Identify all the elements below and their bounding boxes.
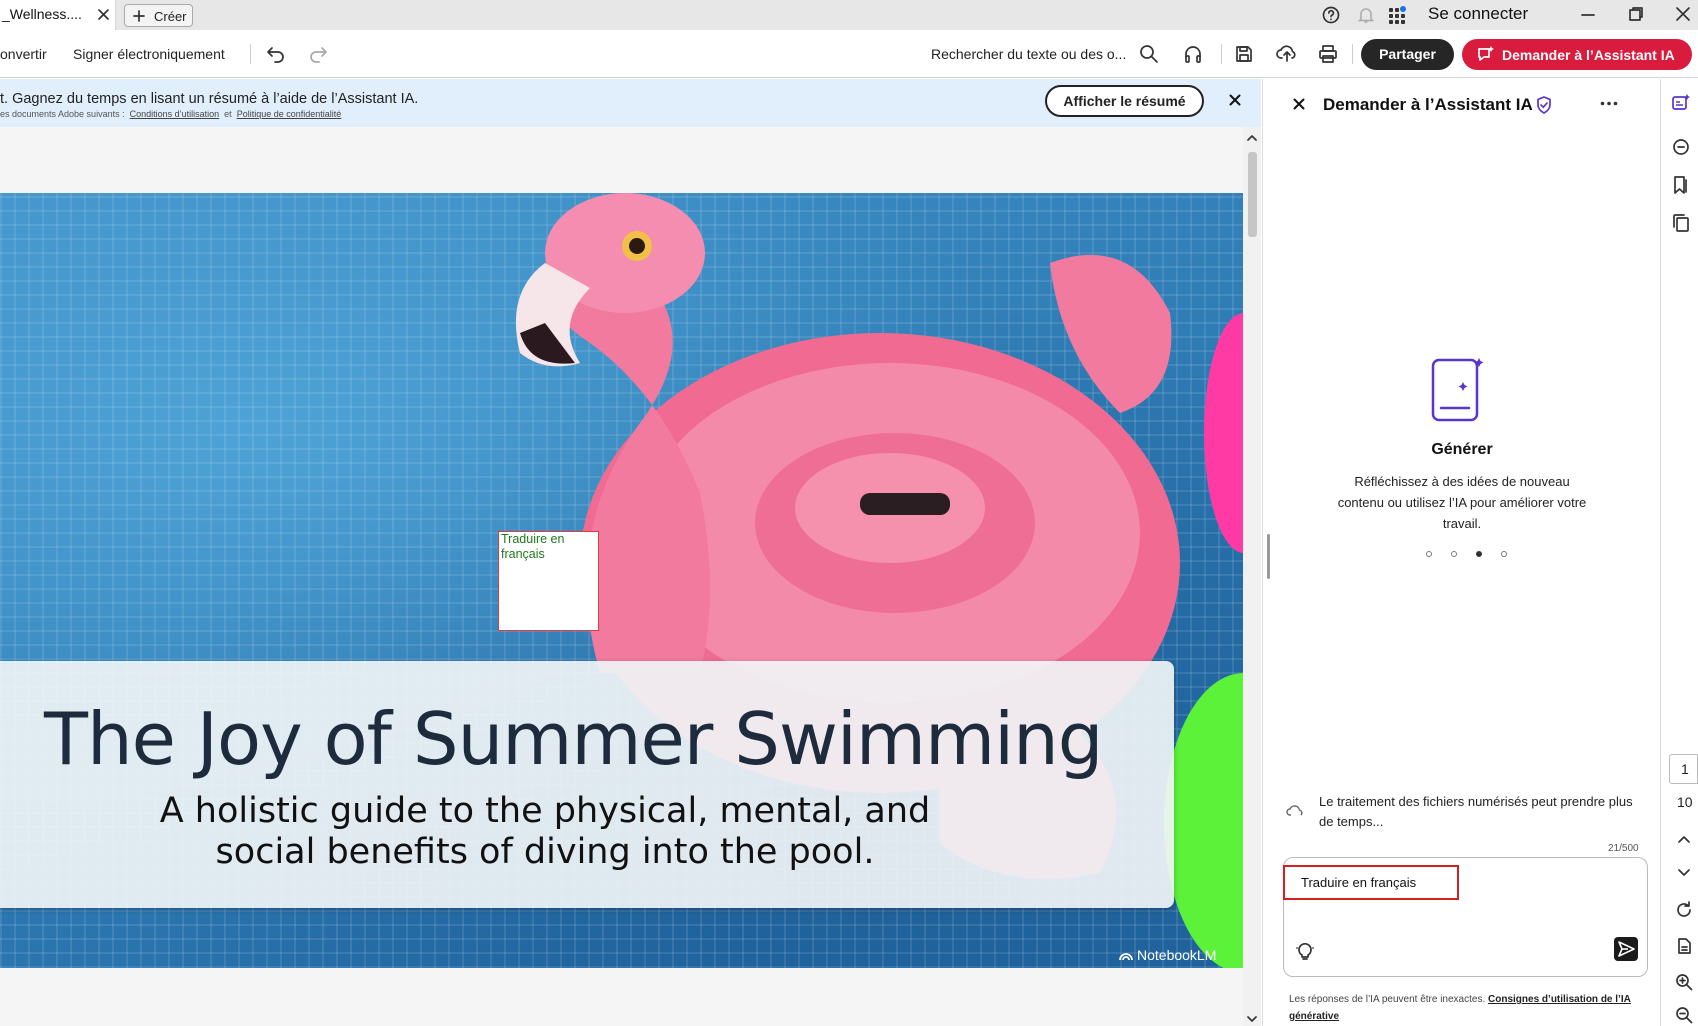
page-number-input[interactable]: 1 bbox=[1669, 754, 1698, 784]
title-bar: _Wellness.... Créer Se connecter bbox=[0, 0, 1698, 30]
document-subtitle: A holistic guide to the physical, mental… bbox=[159, 791, 931, 872]
comment-icon[interactable] bbox=[1671, 137, 1691, 157]
document-scrollbar[interactable] bbox=[1243, 127, 1261, 1026]
lightbulb-suggestions-icon[interactable] bbox=[1296, 941, 1314, 961]
notification-bell-icon[interactable] bbox=[1357, 6, 1375, 24]
cover-title-card: The Joy of Summer Swimming A holistic gu… bbox=[0, 661, 1174, 908]
tab-close-icon[interactable] bbox=[97, 8, 110, 21]
toolbar: onvertir Signer électroniquement Recherc… bbox=[0, 30, 1698, 78]
scrollbar-thumb[interactable] bbox=[1248, 152, 1257, 237]
send-icon[interactable] bbox=[1614, 937, 1638, 961]
right-tool-rail bbox=[1660, 79, 1698, 1026]
restore-icon[interactable] bbox=[1628, 6, 1644, 22]
banner-legal-text: es documents Adobe suivants : Conditions… bbox=[0, 109, 341, 119]
ai-assistant-icon bbox=[1476, 45, 1496, 65]
cloud-processing-icon bbox=[1286, 802, 1306, 818]
tab-title: _Wellness.... bbox=[2, 6, 82, 22]
character-counter: 21/500 bbox=[1608, 843, 1639, 854]
notebooklm-logo-icon bbox=[1118, 948, 1134, 962]
generate-sparkle-document-icon bbox=[1431, 356, 1491, 424]
scroll-down-arrow-icon[interactable] bbox=[1247, 1015, 1257, 1023]
terms-of-use-link[interactable]: Conditions d’utilisation bbox=[130, 109, 220, 119]
document-tab[interactable]: _Wellness.... bbox=[0, 0, 116, 30]
close-window-icon[interactable] bbox=[1675, 6, 1691, 22]
ai-disclaimer: Les réponses de l’IA peuvent être inexac… bbox=[1289, 991, 1639, 1025]
notebooklm-watermark: NotebookLM bbox=[1137, 947, 1217, 963]
document-properties-icon[interactable] bbox=[1675, 937, 1693, 955]
panel-title: Demander à l’Assistant IA bbox=[1323, 95, 1533, 114]
create-button[interactable]: Créer bbox=[124, 4, 193, 27]
privacy-policy-link[interactable]: Politique de confidentialité bbox=[237, 109, 342, 119]
panel-close-icon[interactable] bbox=[1293, 98, 1305, 110]
annotation-text: Traduire en français bbox=[501, 532, 565, 561]
save-icon[interactable] bbox=[1234, 44, 1254, 64]
ai-chat-rail-icon[interactable] bbox=[1671, 93, 1691, 113]
ai-summary-banner: t. Gagnez du temps en lisant un résumé à… bbox=[0, 79, 1261, 127]
next-page-icon[interactable] bbox=[1677, 868, 1691, 878]
carousel-dot-3-active[interactable] bbox=[1476, 551, 1482, 557]
zoom-out-icon[interactable] bbox=[1675, 1006, 1693, 1024]
print-icon[interactable] bbox=[1318, 44, 1338, 64]
card-title: Générer bbox=[1431, 441, 1493, 458]
convert-tool[interactable]: onvertir bbox=[0, 46, 47, 62]
search-icon[interactable] bbox=[1139, 44, 1159, 64]
panel-resize-handle[interactable] bbox=[1267, 534, 1270, 579]
apps-grid-icon[interactable] bbox=[1388, 5, 1408, 25]
sticky-note-annotation[interactable]: Traduire en français bbox=[498, 531, 599, 631]
scroll-up-arrow-icon[interactable] bbox=[1247, 134, 1257, 142]
document-title: The Joy of Summer Swimming bbox=[44, 697, 1103, 781]
disclaimer-text: Les réponses de l’IA peuvent être inexac… bbox=[1289, 994, 1486, 1005]
share-button[interactable]: Partager bbox=[1361, 39, 1454, 70]
redo-icon[interactable] bbox=[308, 45, 328, 63]
undo-icon[interactable] bbox=[266, 45, 286, 63]
banner-legal-and: et bbox=[224, 109, 232, 119]
shield-check-icon[interactable] bbox=[1536, 96, 1552, 114]
carousel-dot-2[interactable] bbox=[1451, 551, 1457, 557]
read-aloud-headphones-icon[interactable] bbox=[1183, 44, 1203, 64]
rotate-icon[interactable] bbox=[1675, 901, 1693, 919]
banner-legal-prefix: es documents Adobe suivants : bbox=[0, 109, 125, 119]
minimize-icon[interactable] bbox=[1580, 8, 1596, 22]
card-description: Réfléchissez à des idées de nouveau cont… bbox=[1337, 474, 1587, 531]
pages-icon[interactable] bbox=[1671, 213, 1691, 233]
cloud-upload-icon[interactable] bbox=[1276, 43, 1298, 63]
toolbar-divider bbox=[1221, 44, 1222, 64]
ask-ai-assistant-button[interactable]: Demander à l’Assistant IA bbox=[1462, 39, 1692, 70]
e-sign-tool[interactable]: Signer électroniquement bbox=[73, 46, 225, 62]
ask-ai-label: Demander à l’Assistant IA bbox=[1502, 47, 1675, 63]
carousel-dot-4[interactable] bbox=[1501, 551, 1507, 557]
show-summary-button[interactable]: Afficher le résumé bbox=[1045, 85, 1204, 117]
scanned-files-notice: Le traitement des fichiers numérisés peu… bbox=[1319, 794, 1633, 829]
ai-assistant-panel: Demander à l’Assistant IA Générer Réfléc… bbox=[1262, 79, 1660, 1026]
toolbar-divider bbox=[250, 44, 251, 64]
search-field[interactable]: Rechercher du texte ou des o... bbox=[931, 46, 1126, 62]
banner-message: t. Gagnez du temps en lisant un résumé à… bbox=[0, 91, 419, 107]
total-pages: 10 bbox=[1677, 794, 1693, 810]
prompt-input-text[interactable]: Traduire en français bbox=[1301, 875, 1416, 890]
help-icon[interactable] bbox=[1322, 6, 1340, 24]
plus-icon bbox=[133, 10, 145, 22]
zoom-in-icon[interactable] bbox=[1675, 973, 1693, 991]
carousel-dot-1[interactable] bbox=[1426, 551, 1432, 557]
banner-close-icon[interactable] bbox=[1229, 94, 1241, 106]
more-options-icon[interactable] bbox=[1600, 101, 1618, 106]
toolbar-divider bbox=[1352, 44, 1353, 64]
create-label: Créer bbox=[154, 9, 187, 24]
previous-page-icon[interactable] bbox=[1677, 834, 1691, 844]
bookmark-icon[interactable] bbox=[1671, 175, 1691, 195]
sign-in-link[interactable]: Se connecter bbox=[1428, 4, 1528, 24]
